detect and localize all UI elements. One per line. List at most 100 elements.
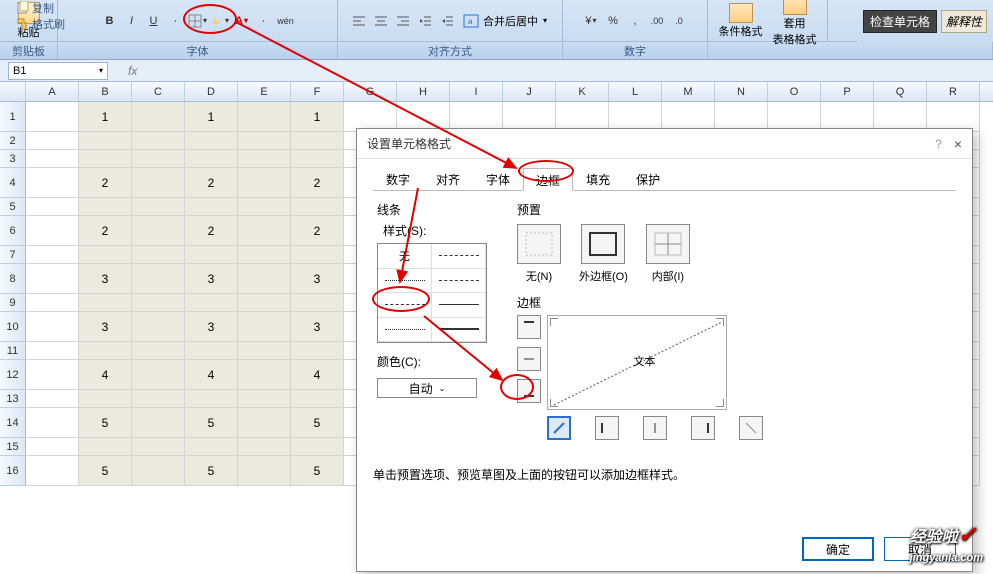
cell[interactable] <box>238 150 291 168</box>
cell[interactable] <box>185 342 238 360</box>
cell[interactable] <box>238 342 291 360</box>
cell[interactable] <box>26 408 79 438</box>
cell[interactable] <box>185 294 238 312</box>
cell[interactable] <box>291 438 344 456</box>
font-color-button[interactable]: A▾ <box>232 11 252 31</box>
column-header[interactable]: K <box>556 82 609 101</box>
tab-填充[interactable]: 填充 <box>573 167 623 190</box>
cell[interactable] <box>185 390 238 408</box>
cell[interactable]: 3 <box>79 312 132 342</box>
row-header[interactable]: 7 <box>0 246 26 264</box>
row-header[interactable]: 3 <box>0 150 26 168</box>
cell[interactable] <box>185 132 238 150</box>
dialog-titlebar[interactable]: 设置单元格格式 ? × <box>357 129 972 159</box>
tab-字体[interactable]: 字体 <box>473 167 523 190</box>
style-opt[interactable] <box>378 318 432 343</box>
cell[interactable] <box>238 102 291 132</box>
bold-button[interactable]: B <box>100 11 120 31</box>
underline-button[interactable]: U <box>144 11 164 31</box>
cell[interactable]: 3 <box>79 264 132 294</box>
cell[interactable]: 2 <box>291 168 344 198</box>
cell[interactable] <box>132 264 185 294</box>
cell[interactable] <box>291 246 344 264</box>
row-header[interactable]: 8 <box>0 264 26 294</box>
close-button[interactable]: × <box>954 136 962 152</box>
align-center-button[interactable] <box>371 11 391 31</box>
cell[interactable]: 3 <box>185 312 238 342</box>
cell[interactable] <box>26 312 79 342</box>
cell[interactable]: 5 <box>185 408 238 438</box>
cell[interactable] <box>185 438 238 456</box>
align-left-button[interactable] <box>349 11 369 31</box>
cell[interactable] <box>26 216 79 246</box>
row-header[interactable]: 16 <box>0 456 26 486</box>
column-header[interactable]: O <box>768 82 821 101</box>
currency-button[interactable]: ¥▾ <box>581 11 601 31</box>
cell[interactable] <box>185 246 238 264</box>
cell[interactable]: 1 <box>185 102 238 132</box>
cell[interactable] <box>132 246 185 264</box>
cell[interactable]: 5 <box>79 456 132 486</box>
cell[interactable]: 5 <box>79 408 132 438</box>
tab-保护[interactable]: 保护 <box>623 167 673 190</box>
style-opt[interactable] <box>432 293 486 318</box>
row-header[interactable]: 5 <box>0 198 26 216</box>
cell[interactable] <box>185 150 238 168</box>
cell[interactable]: 3 <box>185 264 238 294</box>
cell[interactable] <box>26 150 79 168</box>
explain-button[interactable]: 解释性 <box>941 10 987 33</box>
style-opt[interactable] <box>432 244 486 269</box>
cell[interactable] <box>132 312 185 342</box>
style-opt[interactable] <box>432 318 486 343</box>
cell[interactable] <box>132 198 185 216</box>
column-header[interactable]: N <box>715 82 768 101</box>
style-opt[interactable] <box>432 269 486 294</box>
column-header[interactable]: H <box>397 82 450 101</box>
cell[interactable] <box>238 360 291 390</box>
row-header[interactable]: 15 <box>0 438 26 456</box>
format-painter-button[interactable]: 格式刷 <box>16 16 65 32</box>
cell[interactable]: 2 <box>79 168 132 198</box>
column-header[interactable]: M <box>662 82 715 101</box>
percent-button[interactable]: % <box>603 11 623 31</box>
preset-inside[interactable]: 内部(I) <box>646 224 690 284</box>
cell[interactable]: 4 <box>185 360 238 390</box>
ok-button[interactable]: 确定 <box>802 537 874 561</box>
cell[interactable] <box>132 456 185 486</box>
cell[interactable]: 2 <box>185 168 238 198</box>
column-header[interactable]: R <box>927 82 980 101</box>
cell[interactable] <box>26 390 79 408</box>
cell[interactable] <box>238 246 291 264</box>
chevron-down-icon[interactable]: ▾ <box>99 66 103 75</box>
style-opt[interactable] <box>378 269 432 294</box>
cell[interactable] <box>132 132 185 150</box>
cell[interactable] <box>26 264 79 294</box>
column-header[interactable]: G <box>344 82 397 101</box>
fx-label[interactable]: fx <box>128 64 137 78</box>
cell[interactable] <box>291 390 344 408</box>
merge-center-button[interactable]: a 合并后居中 ▾ <box>459 12 551 30</box>
preset-none[interactable]: 无(N) <box>517 224 561 284</box>
row-header[interactable]: 14 <box>0 408 26 438</box>
cell[interactable] <box>132 102 185 132</box>
cell[interactable] <box>79 246 132 264</box>
cell[interactable] <box>26 294 79 312</box>
cell[interactable] <box>238 294 291 312</box>
cell[interactable]: 2 <box>185 216 238 246</box>
column-header[interactable]: I <box>450 82 503 101</box>
cell[interactable] <box>291 294 344 312</box>
cell[interactable] <box>238 132 291 150</box>
cell[interactable]: 5 <box>291 456 344 486</box>
border-diag-up-button[interactable] <box>547 416 571 440</box>
cell[interactable] <box>26 168 79 198</box>
column-header[interactable]: F <box>291 82 344 101</box>
row-header[interactable]: 1 <box>0 102 26 132</box>
cell[interactable] <box>26 342 79 360</box>
row-header[interactable]: 11 <box>0 342 26 360</box>
cell[interactable]: 4 <box>79 360 132 390</box>
help-button[interactable]: ? <box>935 137 942 151</box>
fill-color-button[interactable]: ▾ <box>210 11 230 31</box>
cell[interactable] <box>132 150 185 168</box>
style-opt[interactable] <box>378 293 432 318</box>
cell[interactable] <box>26 438 79 456</box>
